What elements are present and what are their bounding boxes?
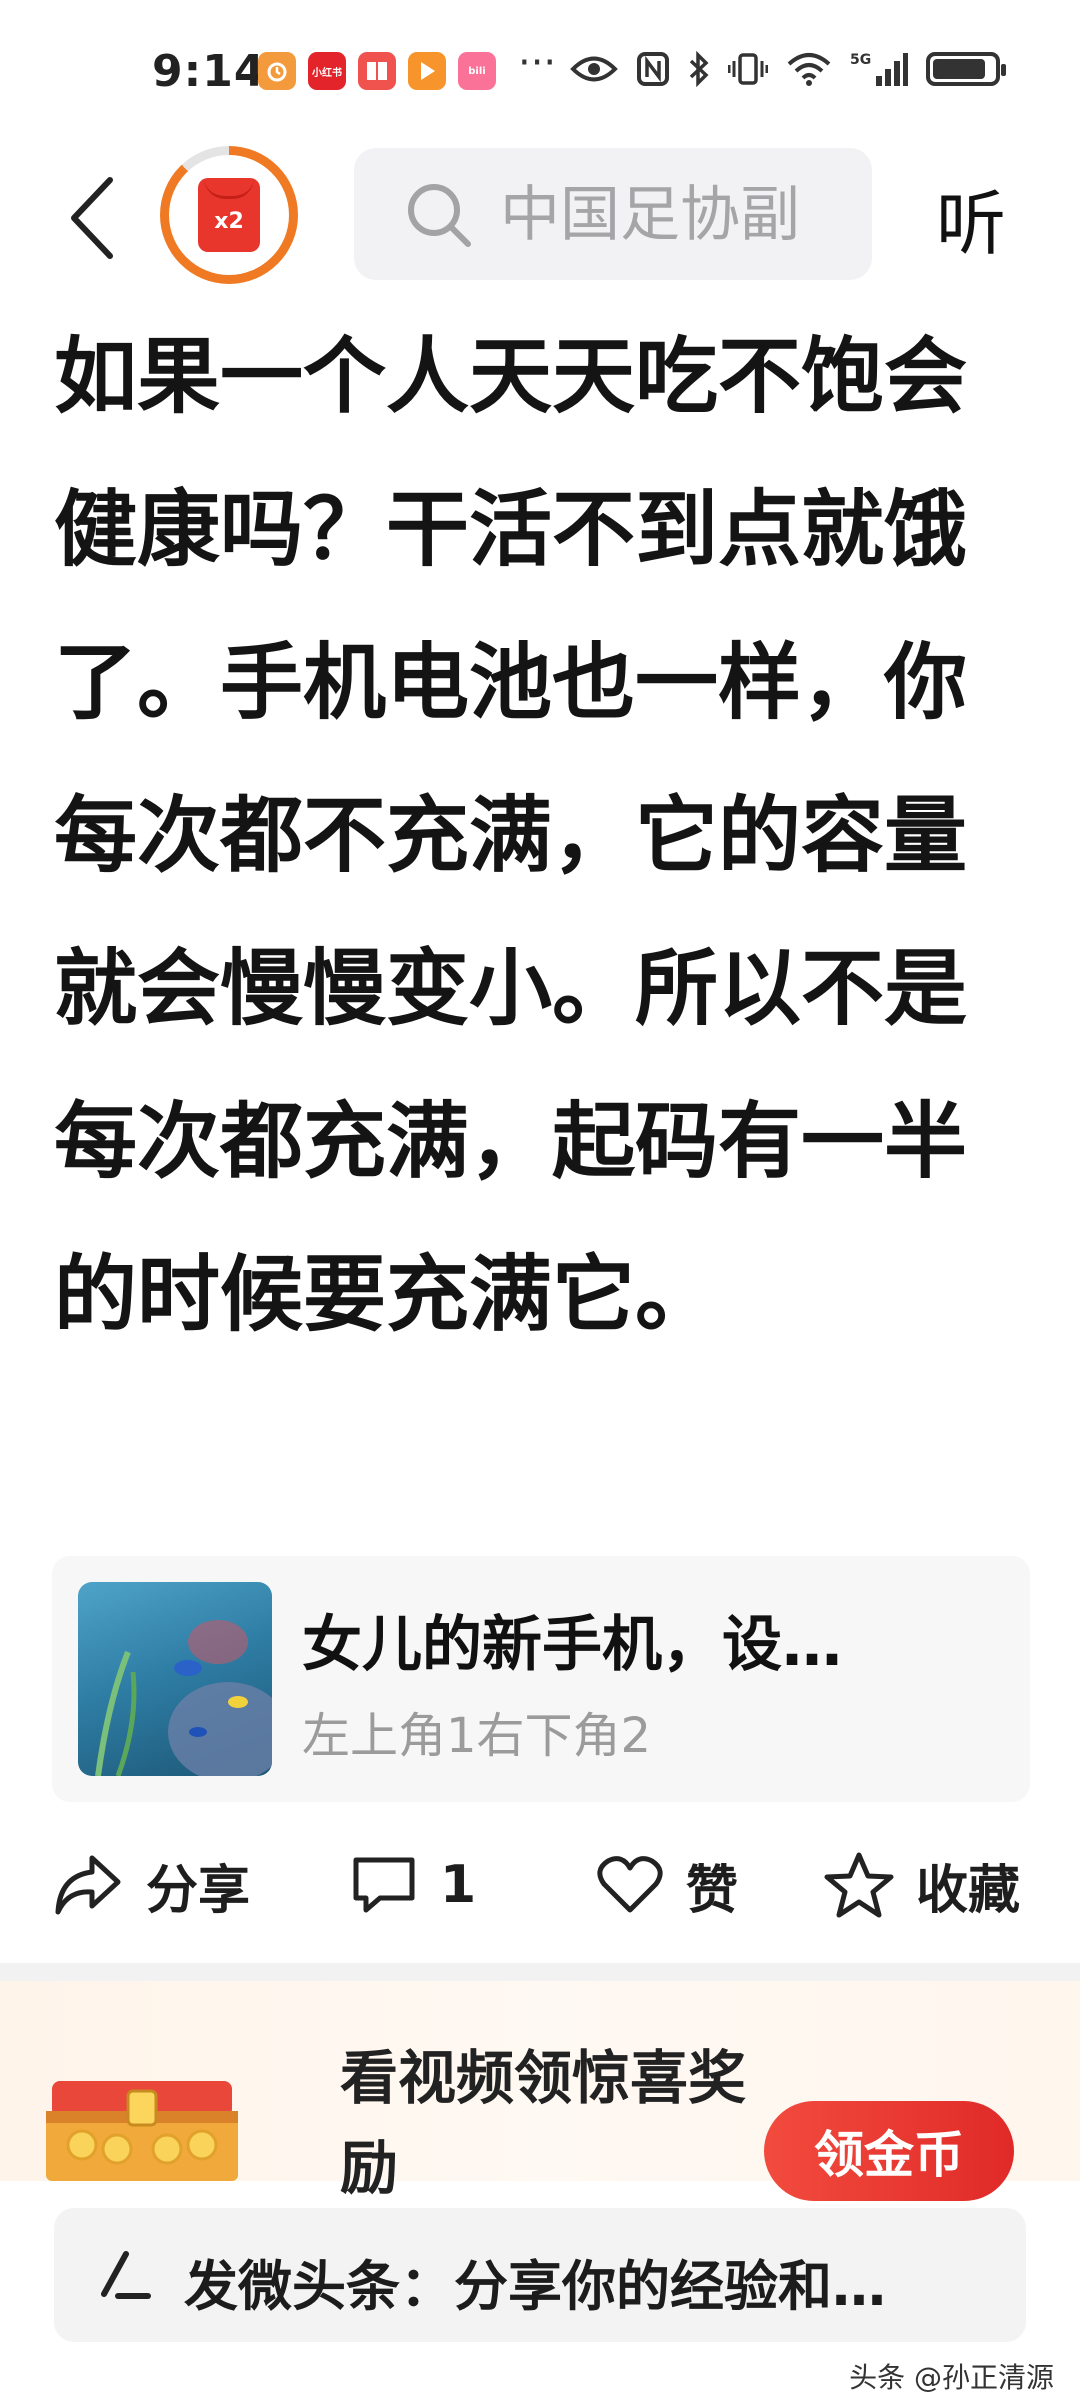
red-packet-icon: x2 xyxy=(198,178,260,252)
like-button[interactable]: 赞 xyxy=(596,1840,738,1930)
status-bar: 9:14 小红书 bili ··· 5G xyxy=(0,0,1080,140)
comment-button[interactable]: 1 xyxy=(350,1840,476,1930)
search-placeholder: 中国足协副 xyxy=(500,182,800,248)
article-body: 如果一个人天天吃不饱会健康吗？干活不到点就饿了。手机电池也一样，你每次都不充满，… xyxy=(54,328,967,1343)
search-bar[interactable]: 中国足协副 xyxy=(354,148,872,280)
xiaohongshu-icon: 小红书 xyxy=(308,52,346,90)
treasure-chest-icon xyxy=(46,2081,238,2181)
star-icon xyxy=(824,1852,894,1918)
signal-5g-icon: 5G xyxy=(850,52,908,86)
system-status-icons: 5G xyxy=(570,50,1006,88)
share-label: 分享 xyxy=(146,1860,251,1921)
linked-post-card[interactable]: 女儿的新手机，设… 左上角1右下角2 xyxy=(52,1556,1030,1802)
reward-badge-inner: x2 xyxy=(169,155,289,275)
bluetooth-icon xyxy=(689,51,709,87)
collect-label: 收藏 xyxy=(916,1860,1021,1921)
heart-icon xyxy=(597,1856,663,1913)
eye-icon xyxy=(570,56,618,82)
more-notifications-indicator: ··· xyxy=(518,40,557,86)
search-icon xyxy=(408,184,471,247)
battery-level xyxy=(933,59,985,79)
video-icon xyxy=(408,52,446,90)
reward-multiplier: x2 xyxy=(214,208,244,234)
card-subtitle: 左上角1右下角2 xyxy=(302,1708,652,1764)
status-time: 9:14 xyxy=(152,46,266,97)
nfc-icon xyxy=(637,52,669,86)
battery-icon xyxy=(926,52,1006,86)
promo-title: 看视频领惊喜奖励 xyxy=(340,2044,747,2202)
alarm-icon xyxy=(258,52,296,90)
reward-promo-banner[interactable]: 看视频领惊喜奖励 领金币 xyxy=(0,1981,1080,2202)
bilibili-icon: bili xyxy=(458,52,496,90)
listen-button[interactable]: 听 xyxy=(936,168,1006,269)
like-label: 赞 xyxy=(686,1860,739,1921)
share-button[interactable]: 分享 xyxy=(52,1840,250,1930)
collect-button[interactable]: 收藏 xyxy=(824,1840,1020,1930)
reward-timer-badge[interactable]: x2 xyxy=(160,146,298,284)
comment-icon xyxy=(353,1857,415,1913)
article-action-bar: 分享 1 赞 收藏 xyxy=(0,1830,1080,1940)
share-icon xyxy=(55,1855,121,1915)
svg-text:5G: 5G xyxy=(850,52,871,68)
chevron-left-icon xyxy=(71,177,113,259)
claim-coins-button[interactable]: 领金币 xyxy=(764,2101,1014,2201)
card-title: 女儿的新手机，设… xyxy=(302,1610,842,1680)
wifi-icon xyxy=(787,53,831,86)
card-thumbnail xyxy=(78,1582,272,1776)
back-button[interactable] xyxy=(52,168,132,268)
vibrate-icon xyxy=(728,53,768,85)
notification-icons: 小红书 bili xyxy=(258,52,496,90)
watermark: 头条 @孙正清源 xyxy=(849,2361,1054,2394)
section-divider xyxy=(0,1963,1080,1981)
pen-icon xyxy=(101,2251,151,2299)
reader-icon xyxy=(358,52,396,90)
composer-placeholder: 发微头条：分享你的经验和… xyxy=(184,2255,886,2318)
comment-count: 1 xyxy=(440,1855,477,1915)
micro-post-composer[interactable]: 发微头条：分享你的经验和… xyxy=(54,2208,1026,2342)
